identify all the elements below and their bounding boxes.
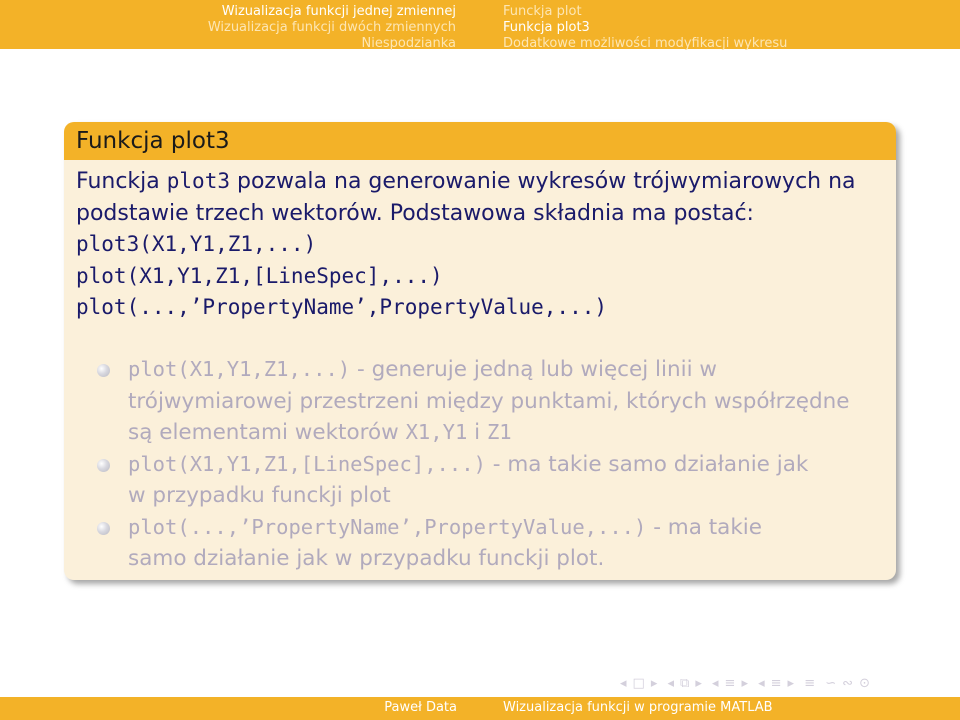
bullet-text: trójwymiarowej przestrzeni między punkta… bbox=[128, 388, 850, 414]
beamer-navigation-symbols: ◂ □ ▸ ◂ ⧉ ▸ ◂ ≡ ▸ ◂ ≡ ▸ ≡ ∽ ∾ ⊙ bbox=[620, 676, 960, 694]
bullet-icon bbox=[97, 364, 110, 377]
syntax-line-1: plot3(X1,Y1,Z1,...) bbox=[76, 232, 317, 256]
bullet-item: plot(...,’PropertyName’,PropertyValue,..… bbox=[94, 512, 884, 575]
section-icon[interactable]: ≡ bbox=[725, 676, 736, 691]
bullet-code: plot(...,’PropertyName’,PropertyValue,..… bbox=[128, 514, 647, 539]
content-block: Funkcja plot3 Funckja plot3 pozwala na g… bbox=[64, 122, 896, 580]
search-icon[interactable]: ⊙ bbox=[859, 676, 870, 691]
nav-subsection-2[interactable]: Funkcja plot3 bbox=[503, 20, 787, 36]
block-title-bar: Funkcja plot3 bbox=[64, 122, 896, 160]
nav-next-icon[interactable]: ▸ bbox=[788, 676, 795, 691]
nav-next-icon[interactable]: ▸ bbox=[741, 676, 748, 691]
header-navigation: Wizualizacja funkcji jednej zmiennej Wiz… bbox=[0, 0, 960, 52]
nav-section-1[interactable]: Wizualizacja funkcji jednej zmiennej bbox=[208, 4, 456, 20]
bullet-item: plot(X1,Y1,Z1,[LineSpec],...) - ma takie… bbox=[94, 449, 884, 512]
syntax-line-2: plot(X1,Y1,Z1,[LineSpec],...) bbox=[76, 263, 443, 288]
nav-section-3[interactable]: Niespodzianka bbox=[208, 36, 456, 52]
bullet-text: - ma takie samo działanie jak bbox=[485, 451, 809, 477]
nav-subsection-1[interactable]: Funckja plot bbox=[503, 4, 787, 20]
forward-icon[interactable]: ∾ bbox=[842, 676, 853, 691]
document-icon[interactable]: ≡ bbox=[771, 676, 782, 691]
intro-text-suffix: pozwala na generowanie wykresów trójwymi… bbox=[229, 169, 856, 194]
footer-author: Paweł Data bbox=[384, 700, 457, 715]
bullet-text: w przypadku funckji plot bbox=[128, 483, 391, 508]
bullet-icon bbox=[97, 458, 110, 472]
bullet-code: X1,Y1 bbox=[405, 420, 468, 444]
bullet-code: plot(X1,Y1,Z1,...) bbox=[128, 357, 351, 381]
nav-prev-icon[interactable]: ◂ bbox=[758, 676, 765, 691]
section-nav: Wizualizacja funkcji jednej zmiennej Wiz… bbox=[208, 4, 456, 52]
toc-icon[interactable]: ≡ bbox=[804, 676, 815, 691]
nav-next-icon[interactable]: ▸ bbox=[651, 676, 658, 691]
footer-title: Wizualizacja funkcji w programie MATLAB bbox=[503, 700, 773, 715]
footer: Paweł Data Wizualizacja funkcji w progra… bbox=[0, 697, 960, 720]
bullet-code: plot(X1,Y1,Z1,[LineSpec],...) bbox=[128, 451, 486, 476]
nav-section-2[interactable]: Wizualizacja funkcji dwóch zmiennych bbox=[208, 20, 456, 36]
bullet-icon bbox=[97, 521, 110, 535]
block-title: Funkcja plot3 bbox=[76, 128, 230, 154]
block-body: Funckja plot3 pozwala na generowanie wyk… bbox=[76, 166, 884, 324]
intro-line-1: Funckja plot3 pozwala na generowanie wyk… bbox=[76, 166, 884, 198]
nav-subsection-3[interactable]: Dodatkowe możliwości modyfikacji wykresu bbox=[503, 36, 787, 52]
nav-prev-icon[interactable]: ◂ bbox=[620, 676, 627, 691]
intro-text: Funckja bbox=[76, 169, 167, 194]
back-icon[interactable]: ∽ bbox=[825, 676, 836, 691]
nav-prev-icon[interactable]: ◂ bbox=[712, 676, 719, 691]
subsection-icon[interactable]: ⧉ bbox=[680, 676, 689, 691]
intro-line-2: podstawie trzech wektorów. Podstawowa sk… bbox=[76, 200, 754, 226]
bullet-text: samo działanie jak w przypadku funckji p… bbox=[128, 546, 605, 571]
bullet-text: i bbox=[467, 420, 487, 445]
bullet-list: plot(X1,Y1,Z1,...) - generuje jedną lub … bbox=[94, 354, 884, 575]
subsection-nav: Funckja plot Funkcja plot3 Dodatkowe moż… bbox=[503, 4, 787, 52]
frame-icon[interactable]: □ bbox=[633, 676, 645, 691]
bullet-item: plot(X1,Y1,Z1,...) - generuje jedną lub … bbox=[94, 354, 884, 449]
bullet-text: - generuje jedną lub więcej linii w bbox=[350, 357, 717, 382]
nav-next-icon[interactable]: ▸ bbox=[695, 676, 702, 691]
syntax-line-3: plot(...,’PropertyName’,PropertyValue,..… bbox=[76, 295, 608, 319]
nav-prev-icon[interactable]: ◂ bbox=[668, 676, 675, 691]
bullet-text: - ma takie bbox=[646, 514, 763, 540]
bullet-code: Z1 bbox=[486, 420, 512, 444]
bullet-text: są elementami wektorów bbox=[128, 420, 406, 445]
intro-code: plot3 bbox=[166, 169, 230, 193]
